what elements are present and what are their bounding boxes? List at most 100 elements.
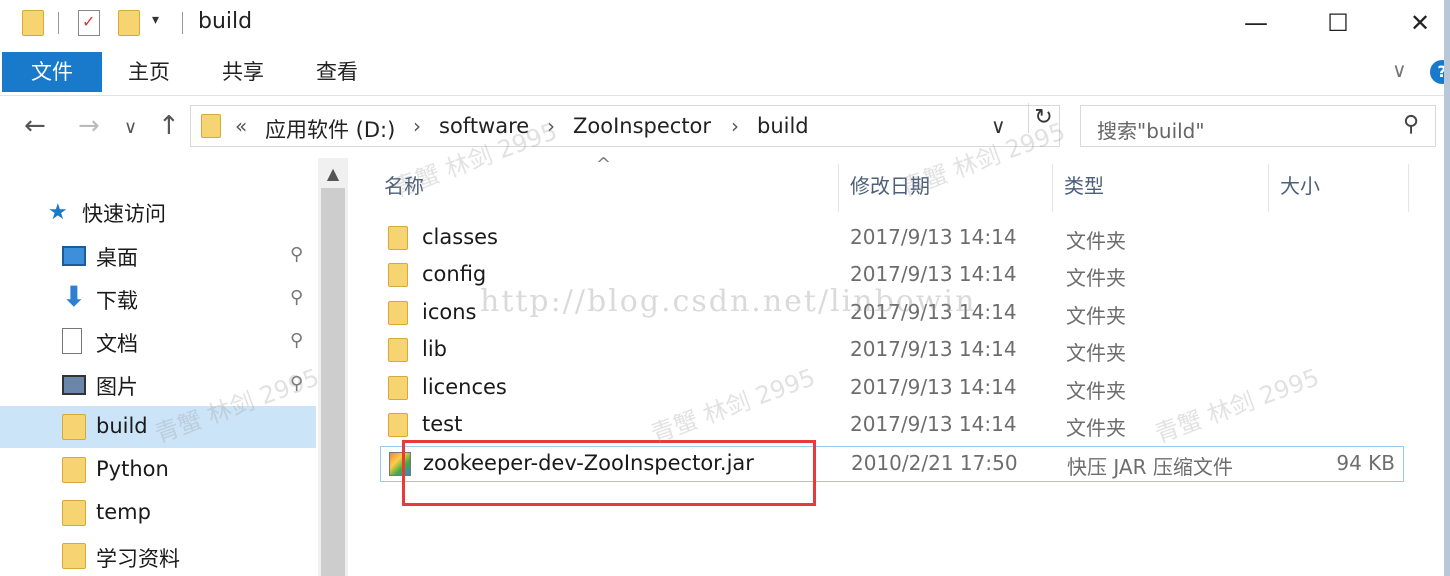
file-name: config xyxy=(422,262,487,286)
column-header-modified[interactable]: 修改日期 xyxy=(850,170,930,210)
properties-icon[interactable] xyxy=(78,10,100,36)
document-icon xyxy=(62,328,82,354)
file-modified: 2017/9/13 14:14 xyxy=(850,262,1017,286)
search-box[interactable]: 搜索"build" ⚲ xyxy=(1080,105,1436,147)
file-type: 文件夹 xyxy=(1066,416,1126,440)
file-row-licences[interactable]: licences 2017/9/13 14:14 文件夹 xyxy=(380,371,1404,407)
search-input[interactable]: 搜索"build" xyxy=(1097,115,1205,144)
qat-divider xyxy=(182,12,183,34)
file-row-icons[interactable]: icons 2017/9/13 14:14 文件夹 xyxy=(380,296,1404,332)
download-icon: ⬇ xyxy=(62,280,86,313)
file-row-test[interactable]: test 2017/9/13 14:14 文件夹 xyxy=(380,408,1404,444)
file-type: 文件夹 xyxy=(1066,266,1126,290)
breadcrumb-sep[interactable]: › xyxy=(731,114,739,138)
breadcrumb-sep[interactable]: › xyxy=(547,114,555,138)
folder-icon xyxy=(62,500,86,526)
qat-dropdown-icon[interactable]: ▾ xyxy=(152,12,159,28)
window-title: build xyxy=(198,9,253,34)
column-divider[interactable] xyxy=(1268,164,1269,212)
column-divider[interactable] xyxy=(838,164,839,212)
file-row-classes[interactable]: classes 2017/9/13 14:14 文件夹 xyxy=(380,221,1404,257)
pin-icon[interactable]: ⚲ xyxy=(290,244,303,265)
tab-home[interactable]: 主页 xyxy=(102,52,196,92)
scroll-up-icon[interactable]: ▲ xyxy=(318,164,348,183)
sidebar-item-temp[interactable]: temp xyxy=(0,492,316,534)
folder-icon xyxy=(201,114,221,138)
folder-icon xyxy=(388,338,408,362)
column-header-size[interactable]: 大小 xyxy=(1280,170,1320,210)
refresh-button[interactable]: ↻ xyxy=(1028,103,1058,133)
sidebar-item-label: 图片 xyxy=(96,375,138,399)
file-name: lib xyxy=(422,337,447,361)
address-dropdown-icon[interactable]: ∨ xyxy=(991,114,1006,138)
folder-icon xyxy=(62,414,86,440)
pin-icon[interactable]: ⚲ xyxy=(290,330,303,351)
pictures-icon xyxy=(62,375,86,395)
back-button[interactable]: ← xyxy=(24,111,46,141)
sidebar-item-build[interactable]: build xyxy=(0,406,316,448)
sidebar-item-study-materials[interactable]: 学习资料 xyxy=(0,535,316,576)
folder-icon xyxy=(62,543,86,569)
sidebar-scroll-thumb[interactable] xyxy=(321,188,345,576)
forward-button[interactable]: → xyxy=(78,111,100,141)
file-name: licences xyxy=(422,375,507,399)
minimize-button[interactable]: — xyxy=(1226,4,1286,42)
file-modified: 2017/9/13 14:14 xyxy=(850,337,1017,361)
address-bar[interactable]: « 应用软件 (D:) › software › ZooInspector › … xyxy=(190,105,1060,147)
folder-icon xyxy=(22,10,44,36)
navigation-pane: ★ 快速访问 桌面 ⚲ ⬇ 下载 ⚲ 文档 ⚲ 图片 ⚲ build Pytho… xyxy=(0,158,348,576)
folder-icon xyxy=(388,226,408,250)
folder-icon xyxy=(388,376,408,400)
folder-icon xyxy=(62,457,86,483)
folder-icon xyxy=(388,413,408,437)
recent-locations-button[interactable]: ∨ xyxy=(124,117,137,138)
file-modified: 2017/9/13 14:14 xyxy=(850,412,1017,436)
breadcrumb-software[interactable]: software xyxy=(439,114,529,138)
new-folder-icon[interactable] xyxy=(118,10,140,36)
sort-ascending-icon: ^ xyxy=(596,154,612,175)
file-type: 快压 JAR 压缩文件 xyxy=(1067,455,1233,479)
breadcrumb-build[interactable]: build xyxy=(757,114,809,138)
column-header-type[interactable]: 类型 xyxy=(1064,170,1104,210)
tab-view[interactable]: 查看 xyxy=(290,52,384,92)
file-row-config[interactable]: config 2017/9/13 14:14 文件夹 xyxy=(380,258,1404,294)
sidebar-item-desktop[interactable]: 桌面 ⚲ xyxy=(0,234,316,276)
sidebar-item-label: temp xyxy=(96,500,151,524)
maximize-button[interactable]: ☐ xyxy=(1308,4,1368,42)
star-icon: ★ xyxy=(48,200,68,225)
breadcrumb-zooinspector[interactable]: ZooInspector xyxy=(573,114,711,138)
pin-icon[interactable]: ⚲ xyxy=(290,287,303,308)
column-header-name[interactable]: 名称 xyxy=(384,170,424,210)
tab-share[interactable]: 共享 xyxy=(196,52,290,92)
column-divider[interactable] xyxy=(1052,164,1053,212)
desktop-icon xyxy=(62,246,86,266)
sidebar-item-pictures[interactable]: 图片 ⚲ xyxy=(0,363,316,405)
search-icon[interactable]: ⚲ xyxy=(1403,112,1419,137)
up-button[interactable]: ↑ xyxy=(158,111,180,141)
ribbon-collapse-icon[interactable]: ∨ xyxy=(1392,58,1407,82)
breadcrumb-drive[interactable]: 应用软件 (D:) xyxy=(265,114,395,144)
column-divider[interactable] xyxy=(1408,164,1409,212)
sidebar-item-documents[interactable]: 文档 ⚲ xyxy=(0,320,316,362)
sidebar-item-label: build xyxy=(96,414,148,438)
navigation-bar: ← → ∨ ↑ « 应用软件 (D:) › software › ZooInsp… xyxy=(0,97,1450,157)
file-list: ^ 名称 修改日期 类型 大小 classes 2017/9/13 14:14 … xyxy=(350,154,1450,576)
sidebar-item-label: 学习资料 xyxy=(96,547,180,571)
file-row-lib[interactable]: lib 2017/9/13 14:14 文件夹 xyxy=(380,333,1404,369)
close-button[interactable]: ✕ xyxy=(1390,4,1450,42)
sidebar-item-downloads[interactable]: ⬇ 下载 ⚲ xyxy=(0,277,316,319)
file-size: 94 KB xyxy=(1336,451,1395,475)
pin-icon[interactable]: ⚲ xyxy=(290,373,303,394)
title-bar: ▾ build — ☐ ✕ xyxy=(0,0,1450,48)
file-type: 文件夹 xyxy=(1066,229,1126,253)
tab-file[interactable]: 文件 xyxy=(2,52,102,92)
sidebar-item-python[interactable]: Python xyxy=(0,449,316,491)
file-modified: 2017/9/13 14:14 xyxy=(850,375,1017,399)
sidebar-item-label: 文档 xyxy=(96,332,138,356)
breadcrumb-sep[interactable]: › xyxy=(413,114,421,138)
sidebar-item-label: 下载 xyxy=(96,289,138,313)
quick-access-label[interactable]: 快速访问 xyxy=(82,198,166,228)
window-frame-edge xyxy=(1444,0,1450,576)
breadcrumb-overflow[interactable]: « xyxy=(235,114,247,138)
file-name: classes xyxy=(422,225,498,249)
